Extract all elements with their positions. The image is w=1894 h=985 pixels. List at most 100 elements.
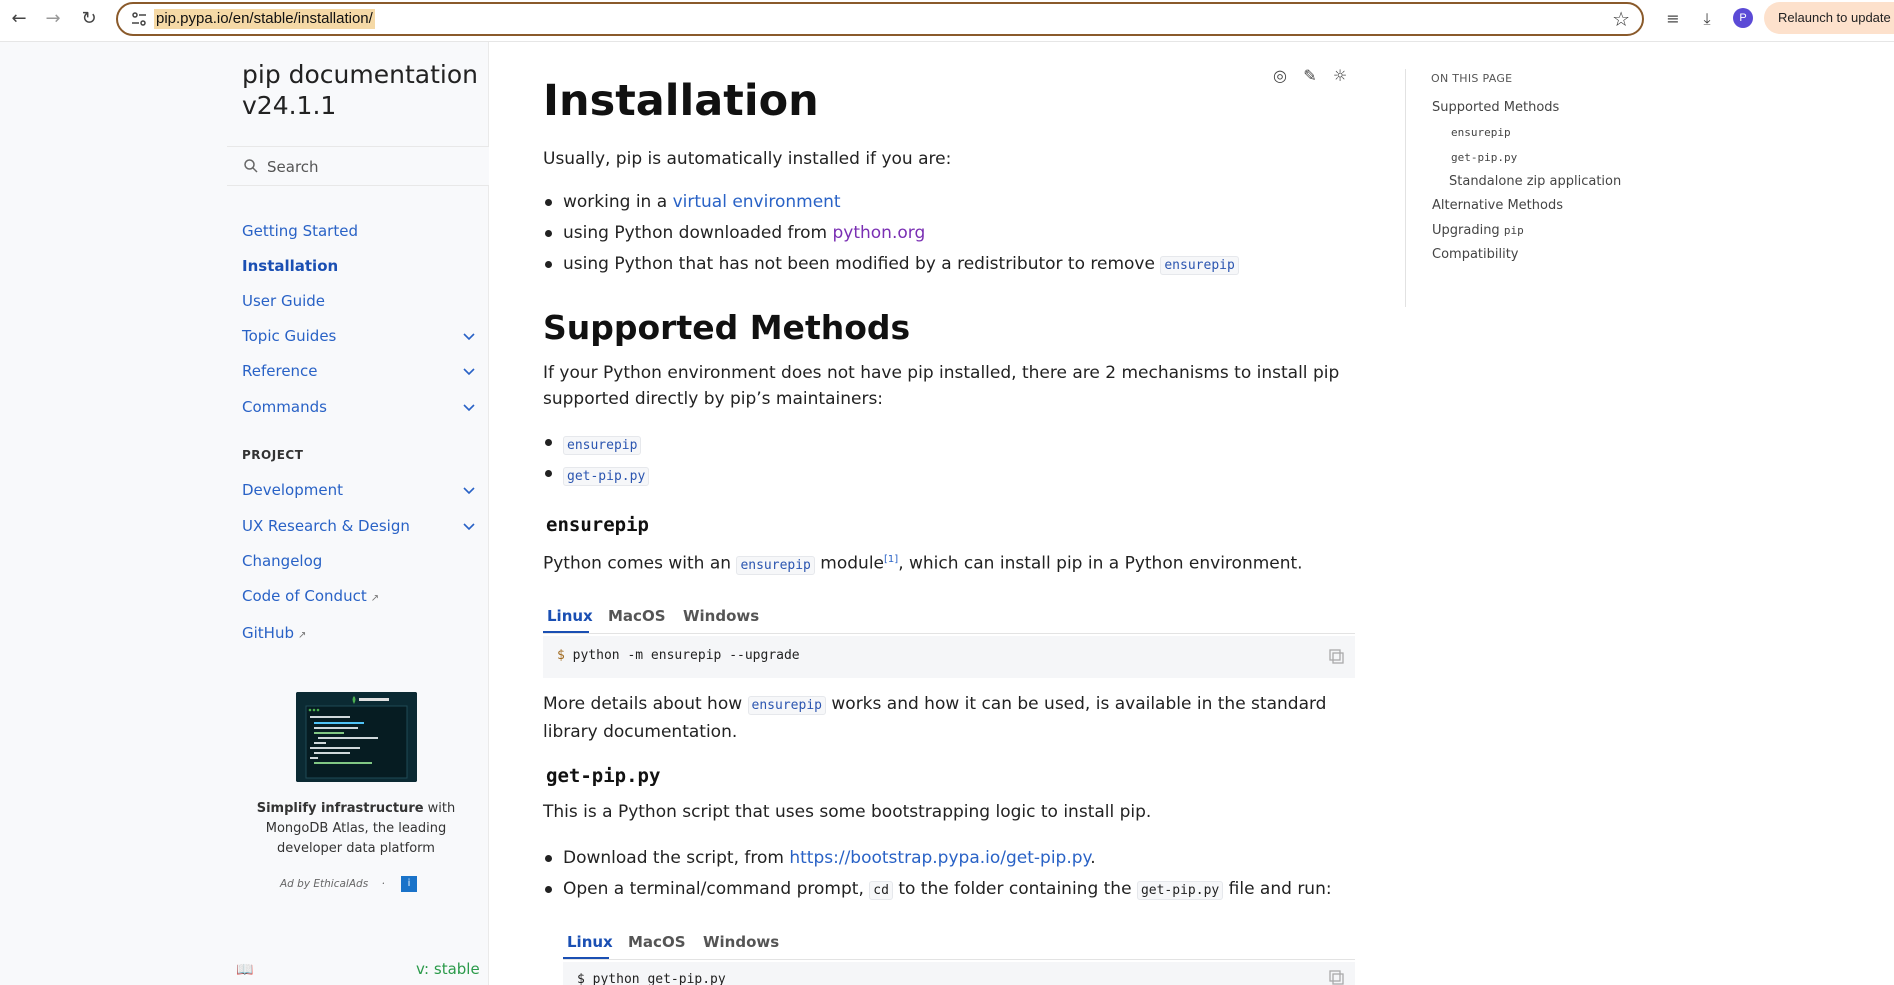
tab-linux[interactable]: Linux — [547, 606, 593, 626]
sidebar-item-github[interactable]: GitHub ↗ — [242, 623, 306, 646]
site-brand[interactable]: pip documentation v24.1.1 — [242, 59, 478, 121]
python-org-link[interactable]: python.org — [832, 223, 925, 243]
download-icon[interactable]: ⤓ — [1696, 8, 1718, 30]
toc-item-ensurepip[interactable]: ensurepip — [1451, 124, 1511, 142]
search-box[interactable] — [227, 146, 489, 186]
toc-item-get-pip[interactable]: get-pip.py — [1451, 149, 1517, 167]
profile-avatar[interactable]: P — [1733, 8, 1753, 28]
inline-code: ensurepip — [747, 696, 826, 715]
footnote-link[interactable]: [1] — [884, 554, 898, 565]
sidebar-item-ux-research[interactable]: UX Research & Design — [242, 516, 410, 536]
external-link-icon: ↗ — [370, 593, 380, 604]
ad-headline: Simplify infrastructure — [256, 801, 424, 816]
toc-item-alternative-methods[interactable]: Alternative Methods — [1432, 197, 1563, 215]
sidebar-item-changelog[interactable]: Changelog — [242, 551, 322, 571]
code-command: python -m ensurepip --upgrade — [564, 648, 800, 663]
toc-heading: ON THIS PAGE — [1431, 72, 1513, 85]
inline-code: ensurepip — [736, 555, 815, 575]
version-switcher[interactable]: v: stable — [416, 960, 480, 978]
ad-code-illustration — [296, 692, 417, 782]
list-item-text: to the folder containing the — [892, 879, 1137, 899]
list-item: working in a virtual environment — [563, 189, 841, 215]
sidebar-item-code-of-conduct[interactable]: Code of Conduct ↗ — [242, 586, 379, 609]
list-item-text: Open a terminal/command prompt, — [563, 879, 870, 899]
supported-methods-heading: Supported Methods — [543, 308, 911, 347]
active-tab-indicator — [543, 631, 589, 633]
url-text[interactable]: pip.pypa.io/en/stable/installation/ — [154, 9, 375, 29]
ad-info-icon[interactable]: i — [401, 876, 417, 892]
code-text[interactable]: $ python -m ensurepip --upgrade — [557, 648, 800, 663]
list-item: Download the script, from https://bootst… — [563, 845, 1096, 871]
ad-by-label: Ad by EthicalAds — [280, 878, 369, 890]
search-input[interactable] — [267, 156, 467, 178]
ensurepip-heading: ensurepip — [546, 514, 649, 536]
reload-icon[interactable]: ↻ — [78, 8, 100, 30]
code-block: $ python get-pip.py — [563, 962, 1355, 985]
back-icon[interactable]: ← — [8, 8, 30, 30]
supported-paragraph: If your Python environment does not have… — [543, 363, 1340, 409]
reading-list-icon[interactable]: ≡ — [1662, 8, 1684, 30]
view-source-icon[interactable]: ◎ — [1269, 66, 1291, 88]
toc-divider — [1405, 69, 1406, 307]
list-item: Open a terminal/command prompt, cd to th… — [563, 876, 1332, 904]
intro-paragraph: Usually, pip is automatically installed … — [543, 149, 952, 169]
chevron-down-icon[interactable] — [462, 483, 476, 497]
chevron-down-icon[interactable] — [462, 400, 476, 414]
sidebar-item-commands[interactable]: Commands — [242, 397, 327, 417]
inline-code: cd — [869, 881, 893, 900]
bullet — [545, 886, 552, 893]
toc-item-compatibility[interactable]: Compatibility — [1432, 246, 1519, 264]
tab-windows[interactable]: Windows — [683, 606, 759, 626]
os-tabs: Linux MacOS Windows — [563, 924, 1355, 960]
brand-version: v24.1.1 — [242, 91, 337, 120]
sidebar-item-getting-started[interactable]: Getting Started — [242, 221, 358, 241]
code-text[interactable]: $ python get-pip.py — [577, 972, 726, 985]
bullet — [545, 439, 552, 446]
brand-title: pip documentation — [242, 60, 478, 89]
toc-item-supported-methods[interactable]: Supported Methods — [1432, 99, 1559, 117]
theme-toggle-icon[interactable]: ☼ — [1329, 66, 1351, 88]
site-settings-icon[interactable] — [130, 11, 148, 27]
ad-dot: · — [381, 878, 385, 890]
tab-macos[interactable]: MacOS — [628, 932, 686, 952]
address-bar[interactable]: pip.pypa.io/en/stable/installation/ ☆ — [116, 2, 1644, 36]
virtual-environment-link[interactable]: virtual environment — [673, 192, 841, 212]
ad-text[interactable]: Simplify infrastructure with MongoDB Atl… — [250, 799, 462, 859]
sidebar-item-development[interactable]: Development — [242, 480, 343, 500]
sidebar-item-installation[interactable]: Installation — [242, 256, 338, 276]
bullet — [545, 470, 552, 477]
forward-icon[interactable]: → — [42, 8, 64, 30]
list-item-text: . — [1090, 848, 1096, 868]
ad-attribution[interactable]: Ad by EthicalAds · — [280, 878, 385, 890]
list-item-text: using Python downloaded from — [563, 223, 833, 243]
more-details-paragraph: More details about how ensurepip works a… — [543, 691, 1363, 745]
code-prompt: $ — [557, 648, 565, 663]
tab-windows[interactable]: Windows — [703, 932, 779, 952]
edit-icon[interactable]: ✎ — [1299, 66, 1321, 88]
copy-icon[interactable] — [1329, 970, 1345, 985]
page-title: Installation — [543, 76, 819, 126]
code-block: $ python -m ensurepip --upgrade — [543, 636, 1355, 678]
chevron-down-icon[interactable] — [462, 519, 476, 533]
book-icon[interactable]: 📖 — [236, 962, 253, 978]
ad-image[interactable] — [296, 692, 417, 782]
bookmark-star-icon[interactable]: ☆ — [1612, 7, 1630, 31]
browser-toolbar: ← → ↻ pip.pypa.io/en/stable/installation… — [0, 0, 1894, 42]
toc-item-standalone-zip[interactable]: Standalone zip application — [1449, 173, 1621, 191]
sidebar-item-user-guide[interactable]: User Guide — [242, 291, 325, 311]
tab-linux[interactable]: Linux — [567, 932, 613, 952]
bullet — [545, 855, 552, 862]
get-pip-link[interactable]: get-pip.py — [563, 467, 650, 486]
get-pip-download-link[interactable]: https://bootstrap.pypa.io/get-pip.py — [789, 848, 1090, 868]
ensurepip-link[interactable]: ensurepip — [563, 436, 642, 455]
tab-macos[interactable]: MacOS — [608, 606, 666, 626]
sidebar-item-label: Code of Conduct — [242, 587, 367, 605]
paragraph-text: Python comes with an — [543, 553, 737, 574]
sidebar-item-reference[interactable]: Reference — [242, 361, 318, 381]
sidebar-item-topic-guides[interactable]: Topic Guides — [242, 326, 336, 346]
relaunch-button[interactable]: Relaunch to update — [1764, 2, 1894, 34]
chevron-down-icon[interactable] — [462, 364, 476, 378]
chevron-down-icon[interactable] — [462, 329, 476, 343]
toc-item-upgrading-pip[interactable]: Upgrading pip — [1432, 222, 1524, 240]
copy-icon[interactable] — [1329, 649, 1345, 665]
